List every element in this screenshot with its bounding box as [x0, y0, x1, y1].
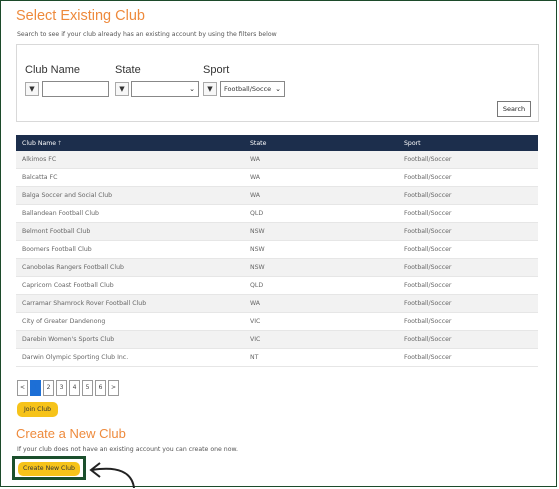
cell-sport: Football/Soccer: [398, 294, 538, 313]
page-button-4[interactable]: 4: [69, 380, 80, 396]
cell-club: Ballandean Football Club: [16, 204, 244, 223]
cell-state: WA: [244, 294, 398, 313]
page-prev-button[interactable]: <: [17, 380, 28, 396]
filter-panel: Club Name State Sport ▼ ▼ ⌄ ▼ Football/S…: [16, 44, 539, 122]
club-name-label: Club Name: [25, 64, 81, 76]
state-select[interactable]: ⌄: [131, 81, 199, 97]
chevron-down-icon: ⌄: [189, 85, 195, 93]
table-row[interactable]: Ballandean Football Club QLD Football/Socc…: [16, 204, 538, 223]
sort-ascending-icon: 🡑: [58, 139, 62, 147]
funnel-icon: ▼: [207, 85, 213, 93]
state-label: State: [115, 64, 141, 76]
cell-state: QLD: [244, 276, 398, 295]
table-row[interactable]: Canobolas Rangers Football Club NSW Footba…: [16, 258, 538, 277]
curved-arrow-icon: [89, 462, 135, 488]
sport-select[interactable]: Football/Socce ⌄: [220, 81, 285, 97]
cell-sport: Football/Soccer: [398, 151, 538, 169]
cell-state: NSW: [244, 222, 398, 241]
cell-sport: Football/Soccer: [398, 276, 538, 295]
page-button-6[interactable]: 6: [95, 380, 106, 396]
cell-club: Balga Soccer and Social Club: [16, 186, 244, 205]
cell-state: VIC: [244, 312, 398, 331]
table-row[interactable]: Balga Soccer and Social Club WA Football/S…: [16, 186, 538, 205]
table-row[interactable]: Darwin Olympic Sporting Club Inc. NT Footb…: [16, 348, 538, 367]
sport-select-value: Football/Socce: [224, 85, 272, 93]
cell-club: Capricorn Coast Football Club: [16, 276, 244, 295]
cell-state: NSW: [244, 258, 398, 277]
page-button-1[interactable]: 1: [30, 380, 41, 396]
cell-sport: Football/Soccer: [398, 222, 538, 241]
search-button[interactable]: Search: [497, 101, 531, 117]
club-name-input[interactable]: [42, 81, 109, 97]
sport-label: Sport: [203, 64, 230, 76]
cell-state: VIC: [244, 330, 398, 349]
table-row[interactable]: Carramar Shamrock Rover Football Club WA F…: [16, 294, 538, 313]
create-new-club-button[interactable]: Create New Club: [18, 462, 80, 476]
cell-sport: Football/Soccer: [398, 312, 538, 331]
table-row[interactable]: Capricorn Coast Football Club QLD Football…: [16, 276, 538, 295]
page-button-2[interactable]: 2: [43, 380, 54, 396]
table-row[interactable]: Balcatta FC WA Football/Soccer: [16, 168, 538, 187]
cell-sport: Football/Soccer: [398, 348, 538, 367]
cell-sport: Football/Soccer: [398, 168, 538, 187]
cell-sport: Football/Soccer: [398, 240, 538, 259]
table-row[interactable]: Alkimos FC WA Football/Soccer: [16, 151, 538, 169]
sport-filter-button[interactable]: ▼: [203, 82, 217, 96]
cell-club: Darwin Olympic Sporting Club Inc.: [16, 348, 244, 367]
column-header-state[interactable]: State: [244, 135, 398, 151]
funnel-icon: ▼: [29, 85, 35, 93]
cell-club: Canobolas Rangers Football Club: [16, 258, 244, 277]
chevron-down-icon: ⌄: [275, 85, 281, 93]
cell-state: NT: [244, 348, 398, 367]
cell-state: WA: [244, 186, 398, 205]
select-club-title: Select Existing Club: [16, 8, 145, 24]
table-header-row: Club Name 🡑 State Sport: [16, 135, 538, 151]
cell-sport: Football/Soccer: [398, 258, 538, 277]
cell-club: Darebin Women's Sports Club: [16, 330, 244, 349]
page-button-3[interactable]: 3: [56, 380, 67, 396]
cell-club: City of Greater Dandenong: [16, 312, 244, 331]
cell-club: Belmont Football Club: [16, 222, 244, 241]
table-row[interactable]: Boomers Football Club NSW Football/Soccer: [16, 240, 538, 259]
join-club-button[interactable]: Join Club: [17, 402, 58, 417]
cell-club: Alkimos FC: [16, 151, 244, 169]
funnel-icon: ▼: [119, 85, 125, 93]
clubs-table: Club Name 🡑 State Sport Alkimos FC WA Foot…: [16, 135, 538, 367]
cell-sport: Football/Soccer: [398, 330, 538, 349]
column-header-sport[interactable]: Sport: [398, 135, 538, 151]
cell-sport: Football/Soccer: [398, 186, 538, 205]
cell-state: WA: [244, 168, 398, 187]
cell-sport: Football/Soccer: [398, 204, 538, 223]
state-filter-button[interactable]: ▼: [115, 82, 129, 96]
page-next-button[interactable]: >: [108, 380, 119, 396]
table-row[interactable]: Belmont Football Club NSW Football/Soccer: [16, 222, 538, 241]
cell-club: Carramar Shamrock Rover Football Club: [16, 294, 244, 313]
select-club-subtitle: Search to see if your club already has a…: [17, 31, 277, 38]
cell-state: QLD: [244, 204, 398, 223]
cell-club: Boomers Football Club: [16, 240, 244, 259]
club-name-filter-button[interactable]: ▼: [25, 82, 39, 96]
column-header-club-name[interactable]: Club Name 🡑: [16, 135, 244, 151]
page-button-5[interactable]: 5: [82, 380, 93, 396]
table-row[interactable]: Darebin Women's Sports Club VIC Football/S…: [16, 330, 538, 349]
cell-state: WA: [244, 151, 398, 169]
cell-club: Balcatta FC: [16, 168, 244, 187]
table-row[interactable]: City of Greater Dandenong VIC Football/Soc…: [16, 312, 538, 331]
cell-state: NSW: [244, 240, 398, 259]
pagination: < 1 2 3 4 5 6 >: [17, 380, 119, 396]
create-club-title: Create a New Club: [16, 426, 126, 441]
